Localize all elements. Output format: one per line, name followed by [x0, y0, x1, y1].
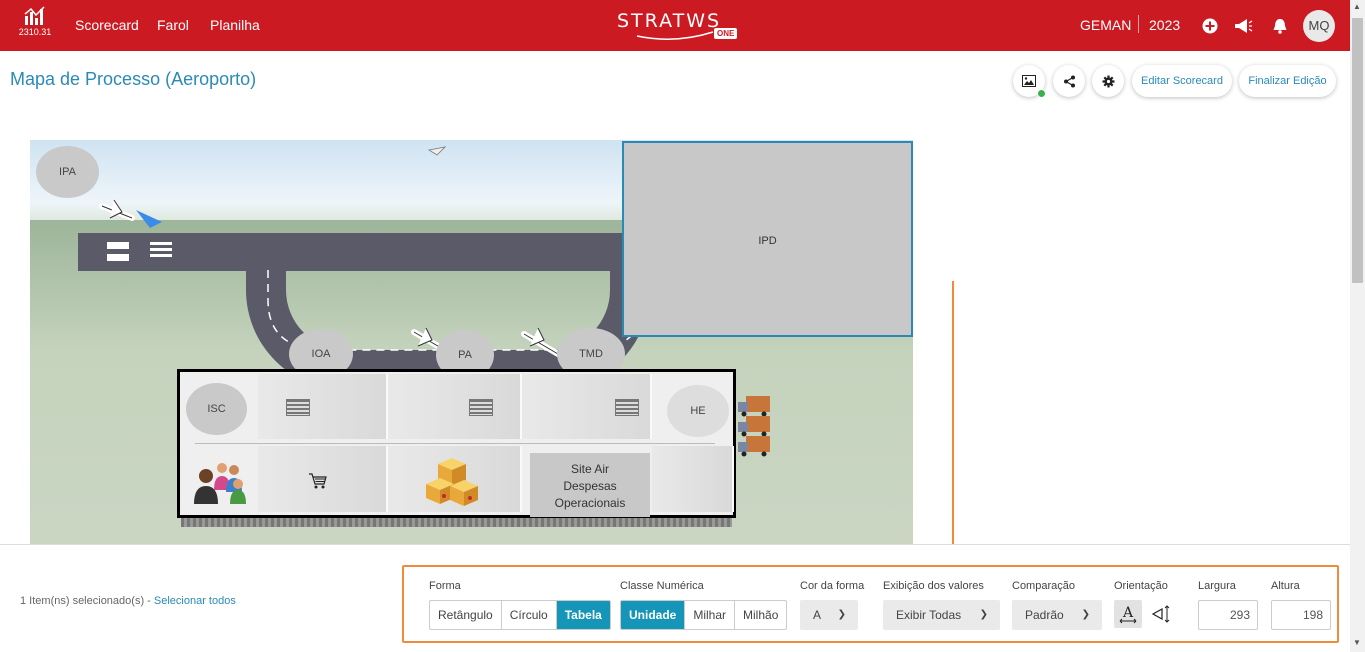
indicator-isc[interactable]: ISC — [186, 383, 247, 435]
organization-selector[interactable]: GEMAN — [1080, 17, 1131, 33]
select-all-link[interactable]: Selecionar todos — [154, 595, 236, 607]
comparacao-dropdown[interactable]: Padrão ❯ — [1012, 600, 1102, 630]
annotation-line — [952, 281, 954, 545]
text-vertical-icon — [1151, 605, 1170, 623]
version-label: 2310.31 — [18, 27, 52, 37]
site-box-line: Site Air — [570, 462, 609, 476]
image-icon — [1022, 75, 1036, 87]
boxes-icon — [426, 458, 478, 506]
brand-swoosh-icon — [636, 31, 714, 40]
shopping-cart-icon[interactable] — [308, 472, 328, 490]
classe-option-unidade[interactable]: Unidade — [621, 601, 686, 629]
runway-marking — [107, 242, 129, 249]
forma-option-tabela[interactable]: Tabela — [556, 601, 610, 629]
page-title: Mapa de Processo (Aeroporto) — [10, 69, 257, 89]
indicator-ipa[interactable]: IPA — [36, 146, 99, 198]
cor-value: A — [813, 608, 822, 622]
selection-info: 1 Item(ns) selecionado(s) - Selecionar t… — [20, 595, 236, 607]
people-group-icon — [194, 463, 246, 504]
classe-option-milhao[interactable]: Milhão — [735, 601, 786, 629]
largura-input[interactable]: 293 — [1198, 600, 1258, 630]
megaphone-icon[interactable] — [1233, 17, 1253, 35]
svg-text:A: A — [1122, 605, 1134, 621]
user-avatar[interactable]: MQ — [1303, 10, 1335, 42]
exibicao-label: Exibição dos valores — [883, 580, 984, 592]
delivery-trucks-icon — [738, 396, 770, 457]
orientation-horizontal-button[interactable]: A — [1114, 600, 1142, 628]
bell-icon[interactable] — [1271, 17, 1289, 35]
text-horizontal-icon: A — [1119, 605, 1137, 624]
cor-label: Cor da forma — [800, 580, 865, 592]
scroll-down-icon[interactable]: ▼ — [1353, 638, 1361, 647]
nav-farol[interactable]: Farol — [157, 17, 189, 33]
gear-icon — [1102, 75, 1114, 87]
indicator-ipd-selected[interactable]: IPD — [622, 141, 913, 337]
finish-edit-button[interactable]: Finalizar Edição — [1239, 65, 1336, 97]
scroll-up-icon[interactable]: ▲ — [1353, 2, 1361, 11]
nav-planilha[interactable]: Planilha — [210, 17, 260, 33]
year-selector[interactable]: 2023 — [1149, 17, 1180, 33]
airplane-landing-icon — [99, 199, 162, 228]
cor-dropdown[interactable]: A ❯ — [800, 600, 858, 630]
orientation-vertical-button[interactable] — [1146, 600, 1174, 628]
brand-badge: ONE — [714, 28, 738, 39]
settings-button[interactable] — [1092, 65, 1124, 97]
app-logo[interactable]: 2310.31 — [18, 6, 52, 46]
comparacao-value: Padrão — [1025, 608, 1064, 622]
orientacao-label: Orientação — [1114, 580, 1168, 592]
chevron-down-icon: ❯ — [979, 609, 988, 620]
exibicao-dropdown[interactable]: Exibir Todas ❯ — [883, 600, 1000, 630]
runway-marking — [107, 254, 129, 261]
largura-label: Largura — [1198, 580, 1236, 592]
brand-wordmark: STRATWS — [617, 10, 722, 32]
classe-label: Classe Numérica — [620, 580, 704, 592]
status-dot — [1037, 89, 1046, 98]
nav-scorecard[interactable]: Scorecard — [75, 17, 139, 33]
table-cell — [388, 374, 522, 439]
comparacao-label: Comparação — [1012, 580, 1075, 592]
vertical-scrollbar[interactable]: ▲ ▼ — [1350, 0, 1365, 652]
table-cell — [652, 446, 734, 512]
altura-label: Altura — [1271, 580, 1300, 592]
forma-option-retangulo[interactable]: Retângulo — [430, 601, 502, 629]
list-icon[interactable] — [286, 399, 310, 416]
list-icon[interactable] — [469, 399, 493, 416]
image-button[interactable] — [1013, 65, 1046, 98]
site-box-line: Operacionais — [554, 496, 626, 510]
classe-segmented-control[interactable]: Unidade Milhar Milhão — [620, 600, 788, 630]
exibicao-value: Exibir Todas — [896, 608, 962, 622]
chart-logo-icon — [24, 6, 45, 25]
selection-count: 1 Item(ns) selecionado(s) - — [20, 595, 154, 607]
terminal-table-shape[interactable]: ISC HE Site Air Despesas Operacionais — [177, 369, 736, 518]
terminal-base — [181, 518, 732, 527]
share-button[interactable] — [1053, 65, 1085, 97]
forma-option-circulo[interactable]: Círculo — [502, 601, 557, 629]
table-divider — [195, 443, 715, 444]
top-navigation-bar: 2310.31 Scorecard Farol Planilha STRATWS… — [0, 0, 1365, 51]
indicator-he[interactable]: HE — [667, 385, 729, 437]
edit-scorecard-button[interactable]: Editar Scorecard — [1132, 65, 1232, 97]
forma-segmented-control[interactable]: Retângulo Círculo Tabela — [429, 600, 611, 630]
forma-label: Forma — [429, 580, 461, 592]
altura-input[interactable]: 198 — [1271, 600, 1331, 630]
scrollbar-thumb[interactable] — [1352, 18, 1363, 283]
paper-plane-icon — [428, 146, 446, 156]
list-icon[interactable] — [615, 399, 639, 416]
share-icon — [1063, 75, 1075, 87]
plus-circle-icon[interactable] — [1201, 17, 1219, 35]
chevron-down-icon: ❯ — [1081, 609, 1090, 620]
shape-properties-panel: Forma Retângulo Círculo Tabela Classe Nu… — [402, 565, 1339, 643]
divider — [1138, 15, 1139, 33]
site-box-line: Despesas — [563, 479, 617, 493]
properties-bar: 1 Item(ns) selecionado(s) - Selecionar t… — [0, 544, 1350, 652]
table-cell — [258, 374, 388, 439]
list-icon[interactable] — [150, 241, 172, 261]
process-map-canvas[interactable]: IPA IOA PA TMD IPD ISC HE Site Air Despe… — [30, 140, 913, 544]
classe-option-milhar[interactable]: Milhar — [685, 601, 736, 629]
brand-logo: STRATWS ONE — [615, 8, 745, 42]
chevron-down-icon: ❯ — [837, 609, 846, 620]
site-air-expenses-label[interactable]: Site Air Despesas Operacionais — [530, 453, 650, 517]
